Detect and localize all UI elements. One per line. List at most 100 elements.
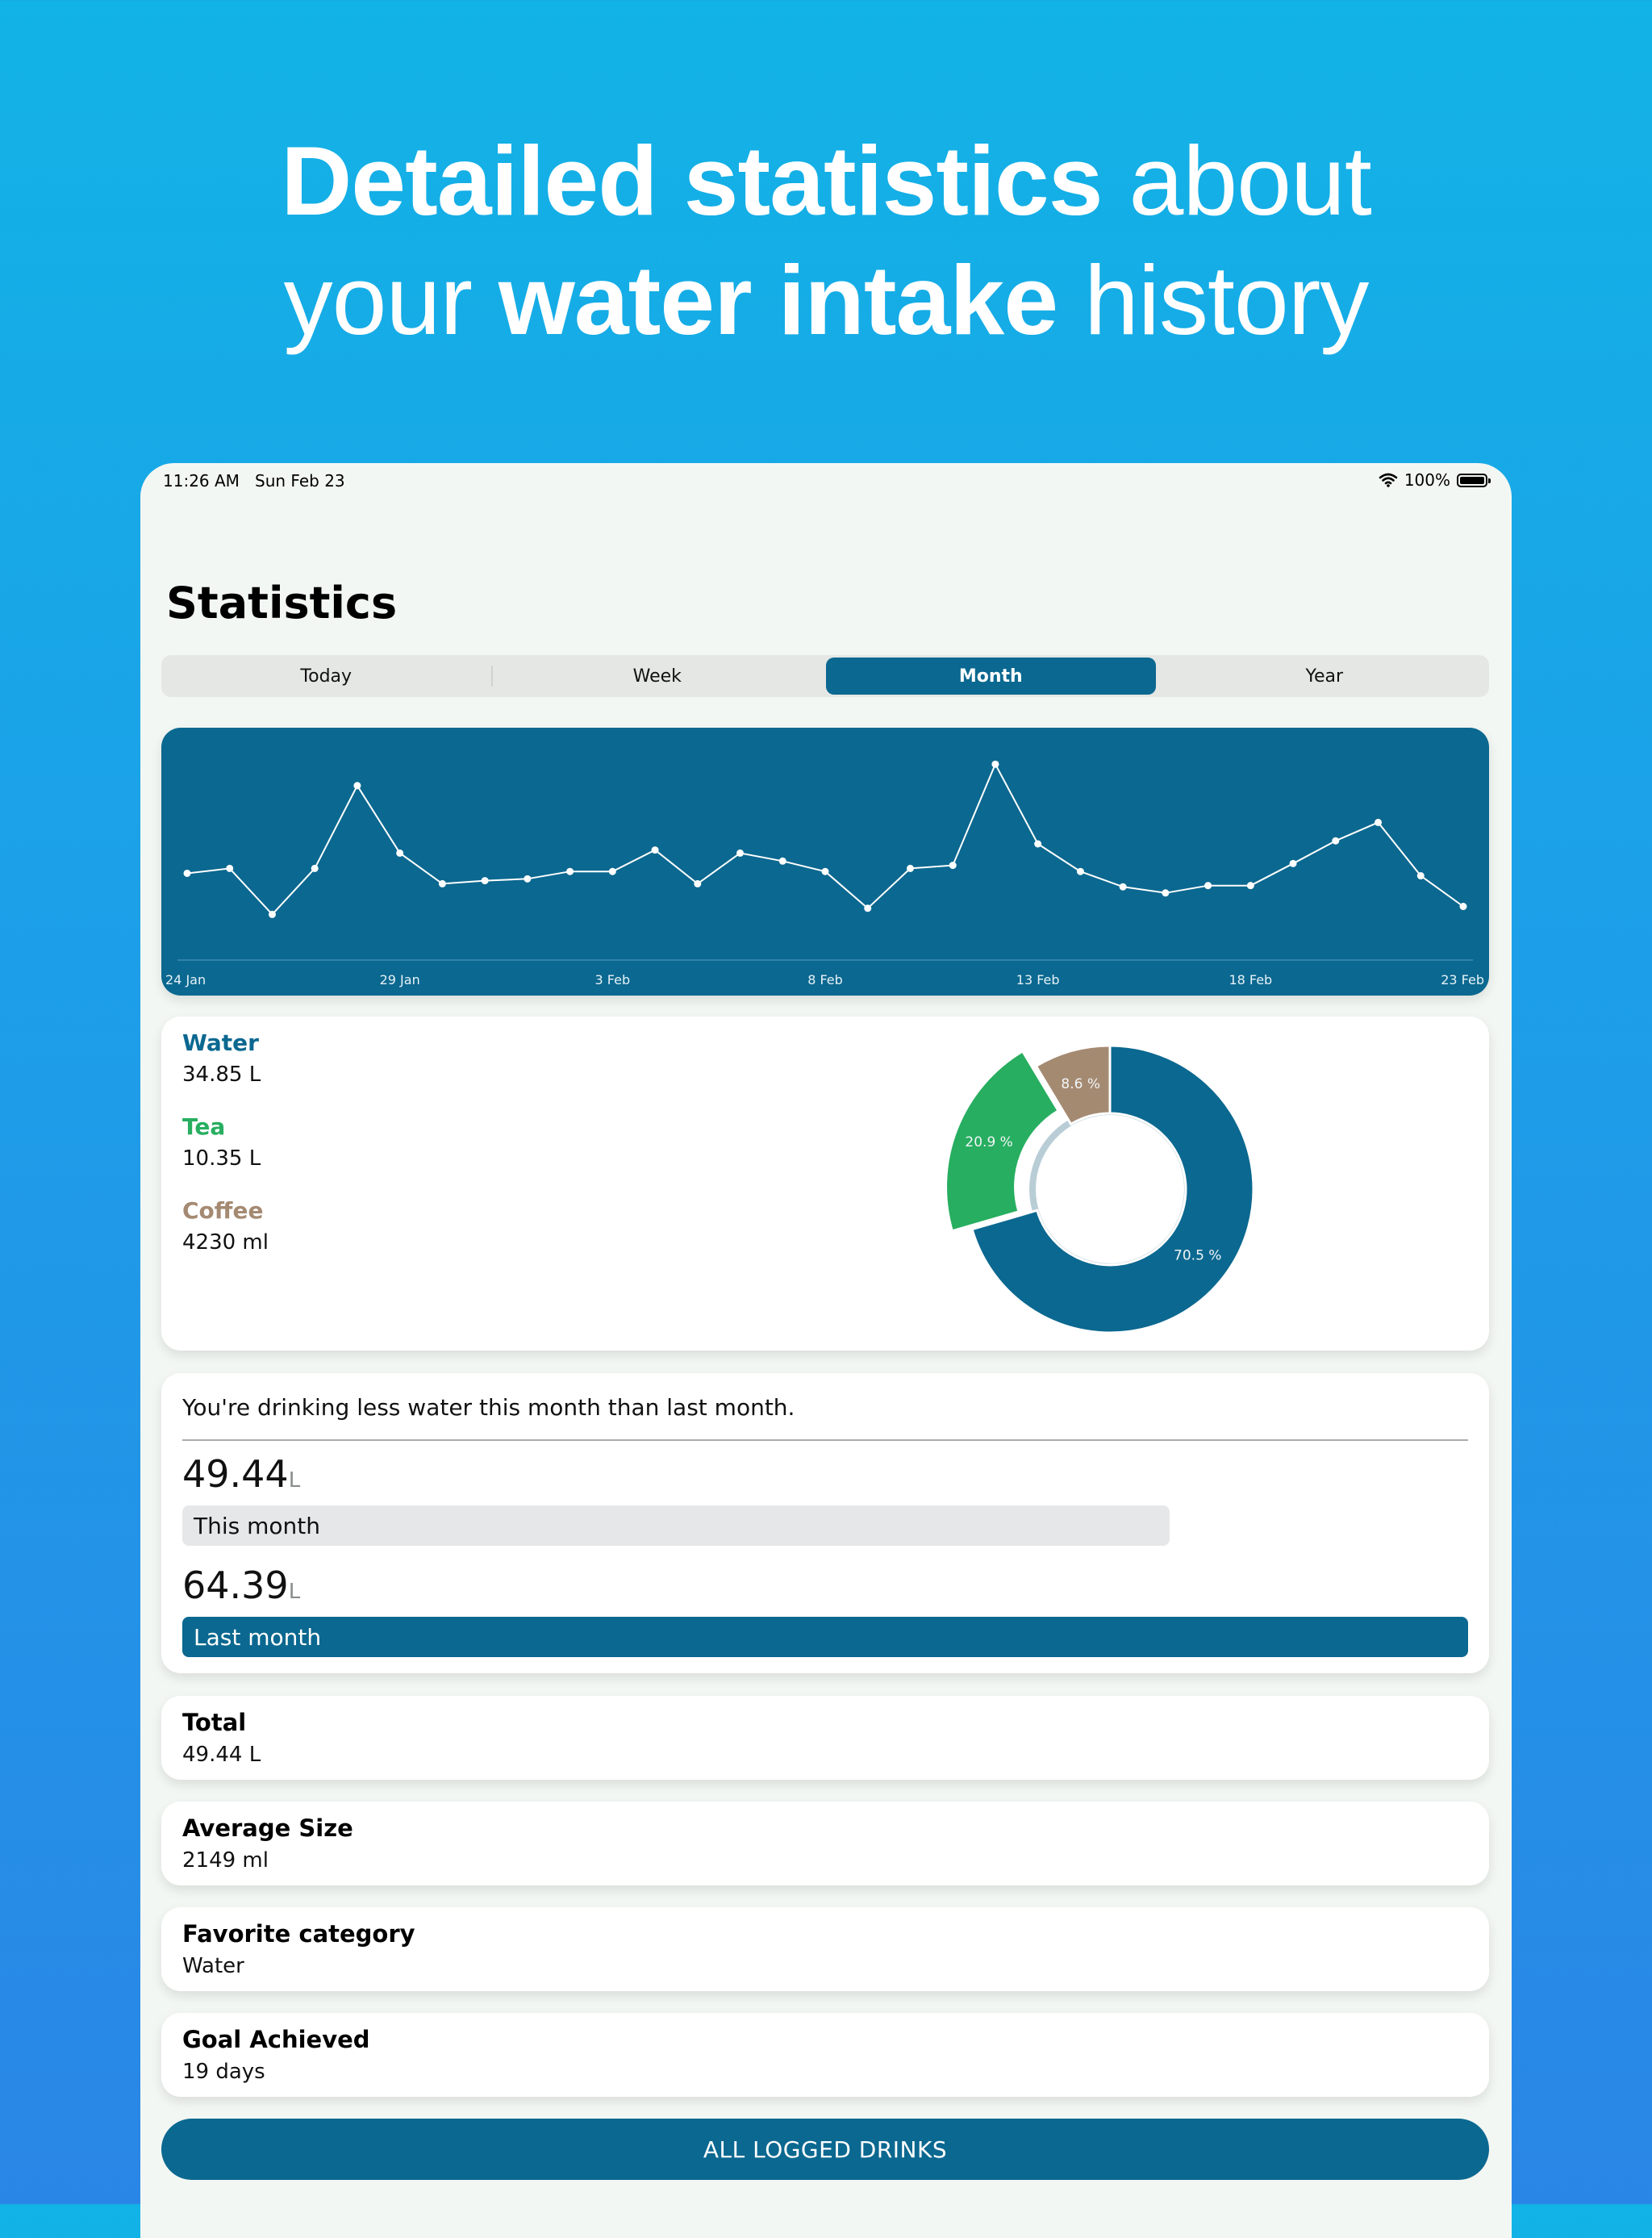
month-comparison-card: You're drinking less water this month th…: [161, 1373, 1489, 1673]
headline-bold-1: Detailed statistics: [281, 126, 1103, 236]
data-point: [226, 864, 234, 872]
breakdown-item-water: Water 34.85 L: [182, 1029, 261, 1087]
stat-value: 2149 ml: [182, 1848, 269, 1873]
data-point: [524, 875, 532, 883]
data-point: [1034, 840, 1042, 848]
data-point: [1246, 882, 1254, 890]
all-logged-drinks-button[interactable]: ALL LOGGED DRINKS: [161, 2119, 1489, 2180]
data-point: [566, 867, 574, 875]
headline-light-2: your: [283, 245, 499, 355]
category-donut-chart: 70.5 % 20.9 % 8.6 %: [945, 1044, 1255, 1334]
this-month-total: 49.44L: [182, 1452, 300, 1496]
status-time: 11:26 AM Sun Feb 23: [163, 471, 345, 491]
stat-label: Average Size: [182, 1814, 353, 1842]
data-point: [1076, 867, 1084, 875]
breakdown-name: Water: [182, 1029, 259, 1056]
headline-line-2: your water intake history: [0, 240, 1652, 360]
data-point: [991, 760, 999, 768]
data-point: [736, 849, 745, 857]
intake-line-chart: 24 Jan 29 Jan 3 Feb 8 Feb 13 Feb 18 Feb 23 Feb: [161, 728, 1489, 996]
data-point: [438, 879, 446, 887]
stat-label: Favorite category: [182, 1920, 415, 1948]
stat-card-total: Total 49.44 L: [161, 1696, 1489, 1780]
data-point: [396, 849, 404, 857]
x-tick-label: 29 Jan: [380, 972, 420, 987]
data-point: [311, 864, 319, 872]
last-month-total: 64.39L: [182, 1564, 300, 1607]
marketing-headline: Detailed statistics about your water int…: [0, 121, 1652, 360]
tab-today[interactable]: Today: [161, 655, 491, 697]
series-line: [186, 762, 1464, 916]
comparison-message: You're drinking less water this month th…: [182, 1394, 795, 1421]
stat-label: Goal Achieved: [182, 2026, 370, 2053]
breakdown-name: Tea: [182, 1113, 226, 1140]
data-point: [864, 904, 872, 912]
segment-spacer: [822, 655, 824, 697]
this-month-unit: L: [288, 1468, 301, 1493]
data-point: [1332, 837, 1340, 845]
data-point: [949, 862, 957, 870]
this-month-value: 49.44: [182, 1452, 289, 1496]
data-point: [1375, 818, 1383, 826]
stat-card-average-size: Average Size 2149 ml: [161, 1802, 1489, 1885]
breakdown-name: Coffee: [182, 1197, 264, 1224]
data-point: [1289, 859, 1297, 867]
x-tick-label: 8 Feb: [807, 972, 843, 987]
breakdown-amount: 10.35 L: [182, 1146, 261, 1171]
line-chart-svg: 24 Jan 29 Jan 3 Feb 8 Feb 13 Feb 18 Feb 23 Feb: [165, 760, 1484, 987]
data-point: [183, 869, 191, 877]
headline-line-1: Detailed statistics about: [0, 121, 1652, 240]
this-month-bar: This month: [182, 1505, 1170, 1546]
headline-bold-2: water intake: [498, 245, 1058, 355]
headline-light-1: about: [1102, 126, 1372, 236]
x-tick-label: 13 Feb: [1016, 972, 1060, 987]
donut-slice-label: 8.6 %: [1061, 1076, 1100, 1092]
breakdown-item-coffee: Coffee 4230 ml: [182, 1197, 269, 1255]
last-month-value: 64.39: [182, 1564, 289, 1607]
page-title: Statistics: [166, 578, 398, 628]
x-tick-label: 3 Feb: [595, 972, 631, 987]
data-point: [1162, 889, 1170, 897]
tablet-screen: 11:26 AM Sun Feb 23 100% Statistics Toda…: [140, 463, 1512, 2238]
stat-value: 19 days: [182, 2060, 265, 2084]
stat-value: 49.44 L: [182, 1743, 261, 1767]
this-month-label: This month: [194, 1512, 320, 1539]
tab-year[interactable]: Year: [1160, 655, 1490, 697]
breakdown-amount: 4230 ml: [182, 1230, 269, 1255]
data-point: [778, 857, 786, 865]
stat-value: Water: [182, 1954, 244, 1978]
data-point: [694, 879, 702, 887]
stat-card-goal-achieved: Goal Achieved 19 days: [161, 2013, 1489, 2097]
period-segmented-control: Today Week Month Year: [161, 655, 1489, 697]
status-right: 100%: [1379, 470, 1491, 490]
data-point: [1119, 883, 1127, 891]
headline-light-3: history: [1058, 245, 1369, 355]
data-point: [1204, 882, 1212, 890]
last-month-label: Last month: [194, 1623, 322, 1651]
status-clock: 11:26 AM: [163, 471, 240, 491]
breakdown-amount: 34.85 L: [182, 1063, 261, 1087]
data-point: [481, 877, 489, 885]
stat-label: Total: [182, 1709, 247, 1736]
tab-month[interactable]: Month: [826, 658, 1156, 695]
last-month-bar: Last month: [182, 1617, 1468, 1657]
wifi-icon: [1379, 473, 1398, 487]
data-point: [906, 864, 914, 872]
data-point: [268, 910, 276, 918]
status-bar: 11:26 AM Sun Feb 23 100%: [140, 463, 1512, 495]
data-point: [608, 867, 616, 875]
battery-level: [1460, 476, 1484, 484]
stat-card-favorite-category: Favorite category Water: [161, 1907, 1489, 1991]
last-month-unit: L: [288, 1580, 301, 1604]
data-point: [353, 782, 361, 790]
tab-week[interactable]: Week: [493, 655, 823, 697]
divider: [182, 1439, 1468, 1441]
data-point: [1416, 872, 1425, 880]
drink-breakdown-card: Water 34.85 L Tea 10.35 L Coffee 4230 ml…: [161, 1017, 1489, 1351]
breakdown-item-tea: Tea 10.35 L: [182, 1113, 261, 1171]
x-tick-label: 18 Feb: [1229, 972, 1272, 987]
battery-icon: [1457, 473, 1491, 487]
data-point: [651, 846, 659, 854]
x-tick-label: 23 Feb: [1441, 972, 1484, 987]
battery-percent: 100%: [1404, 470, 1450, 490]
